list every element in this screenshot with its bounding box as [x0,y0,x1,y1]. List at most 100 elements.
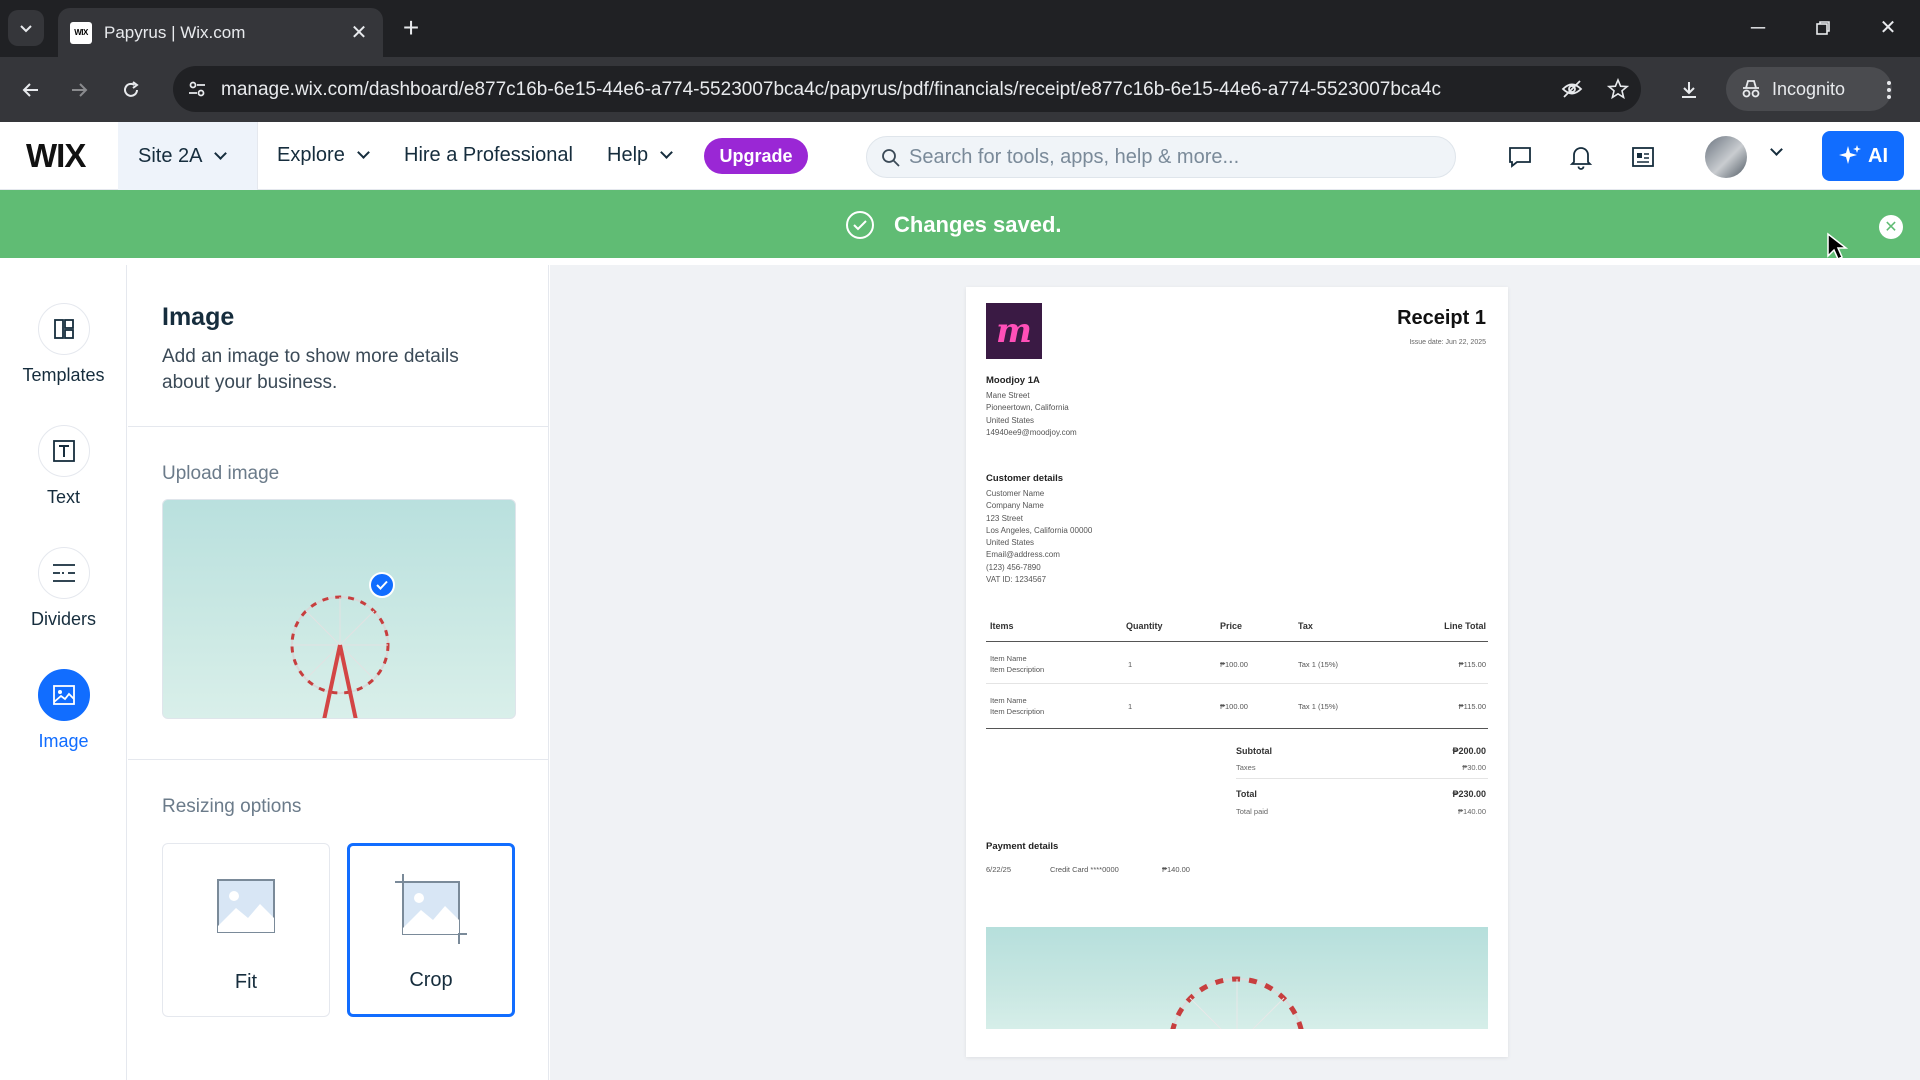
upload-image-label: Upload image [162,463,280,484]
item-price: ₱100.00 [1220,660,1248,669]
incognito-badge[interactable]: Incognito [1726,67,1892,111]
ai-assistant-button[interactable]: AI [1822,131,1904,181]
receipt-preview[interactable]: m Receipt 1 Issue date: Jun 22, 2025 Moo… [966,287,1508,1057]
item-price: ₱100.00 [1220,702,1248,711]
explore-menu[interactable]: Explore [277,144,370,167]
reload-icon[interactable] [114,73,148,107]
left-tool-rail: Templates Text Dividers Image [0,265,127,1080]
business-logo[interactable]: m [986,303,1042,359]
download-icon[interactable] [1672,73,1706,107]
table-header-tax: Tax [1298,621,1313,631]
window-close-icon[interactable]: ✕ [1868,14,1908,42]
total-paid-value: ₱140.00 [1458,807,1486,816]
ferris-wheel-banner [1170,976,1304,1029]
success-toast: Changes saved. [0,190,1920,258]
wix-favicon-icon: WIX [70,21,92,44]
address-bar[interactable]: manage.wix.com/dashboard/e877c16b-6e15-4… [173,66,1641,112]
subtotal-value: ₱200.00 [1452,746,1486,756]
business-country: United States [986,415,1035,425]
item-quantity: 1 [1128,702,1133,711]
forward-icon[interactable] [62,73,96,107]
rail-item-image[interactable]: Image [0,669,127,779]
sparkle-icon [1839,145,1861,164]
hire-professional-link[interactable]: Hire a Professional [404,144,573,167]
upgrade-button[interactable]: Upgrade [704,138,808,174]
site-settings-icon[interactable] [187,79,207,99]
browser-tab[interactable]: WIX Papyrus | Wix.com ✕ [58,8,383,57]
item-tax: Tax 1 (15%) [1298,702,1339,711]
resize-option-label: Crop [409,969,453,991]
resize-option-crop[interactable]: Crop [347,843,515,1017]
rail-item-dividers[interactable]: Dividers [0,547,127,657]
receipt-image-block[interactable] [986,927,1488,1029]
customer-heading: Customer details [986,473,1064,484]
table-header-items: Items [990,621,1014,631]
toast-close-icon[interactable]: ✕ [1879,215,1903,239]
help-label: Help [607,144,649,166]
divider [128,426,549,427]
business-street: Mane Street [986,391,1030,400]
search-icon [882,149,900,167]
chevron-down-icon[interactable] [1770,143,1783,156]
restore-icon[interactable] [1803,14,1843,42]
rail-item-templates[interactable]: Templates [0,303,127,413]
incognito-label: Incognito [1772,78,1846,99]
back-icon[interactable] [14,73,48,107]
dashboard-widget-icon[interactable] [1626,140,1660,174]
wix-logo[interactable]: WIX [26,137,86,175]
site-switcher[interactable]: Site 2A [118,122,258,190]
customer-company: Company Name [986,501,1044,511]
toast-message: Changes saved. [846,211,1062,239]
eye-off-icon[interactable] [1561,78,1583,100]
notifications-bell-icon[interactable] [1564,140,1598,174]
minimize-icon[interactable]: ─ [1738,14,1778,42]
customer-street: 123 Street [986,513,1023,523]
tab-title: Papyrus | Wix.com [104,22,246,42]
panel-title: Image [162,303,235,331]
item-name: Item Name [990,654,1027,663]
tab-search-button[interactable] [8,10,44,46]
rail-label: Templates [22,365,105,385]
search-input[interactable] [909,137,1439,177]
search-bar[interactable] [866,136,1456,178]
customer-country: United States [986,538,1035,548]
item-name: Item Name [990,696,1027,705]
user-avatar[interactable] [1705,136,1747,178]
incognito-icon [1742,80,1760,98]
customer-vat: VAT ID: 1234567 [986,575,1047,585]
explore-label: Explore [277,144,345,166]
image-settings-panel: Image Add an image to show more details … [128,265,549,1080]
payment-method: Credit Card ****0000 [1050,865,1119,874]
browser-tabstrip: WIX Papyrus | Wix.com ✕ + ─ ✕ [0,0,1920,57]
image-crop-icon [395,874,467,944]
help-menu[interactable]: Help [607,144,674,167]
image-icon [37,669,90,721]
payment-date: 6/22/25 [986,865,1012,874]
chevron-down-icon [660,146,674,159]
upload-image-dropzone[interactable] [162,499,516,719]
customer-name: Customer Name [986,489,1045,498]
check-circle-icon [846,211,874,239]
mouse-cursor-icon [1827,232,1848,261]
table-header-rule [986,641,1488,642]
image-fit-icon [217,879,275,933]
new-tab-button[interactable]: + [396,14,426,44]
messages-icon[interactable] [1503,140,1537,174]
panel-description: Add an image to show more details about … [162,346,459,393]
resize-option-fit[interactable]: Fit [162,843,330,1017]
tab-close-icon[interactable]: ✕ [347,20,371,45]
table-bottom-rule [986,728,1488,729]
item-line-total: ₱115.00 [1458,660,1486,669]
selected-check-icon [369,572,395,598]
business-email: 14940ee9@moodjoy.com [986,427,1077,437]
ai-label: AI [1868,144,1888,167]
subtotal-label: Subtotal [1236,746,1272,756]
chevron-down-icon [356,146,370,159]
taxes-label: Taxes [1236,763,1256,772]
star-icon[interactable] [1607,78,1629,100]
browser-menu-icon[interactable] [1872,73,1906,107]
rail-item-text[interactable]: Text [0,425,127,535]
site-name: Site 2A [138,144,203,167]
item-description: Item Description [990,665,1045,674]
business-name: Moodjoy 1A [986,375,1040,386]
